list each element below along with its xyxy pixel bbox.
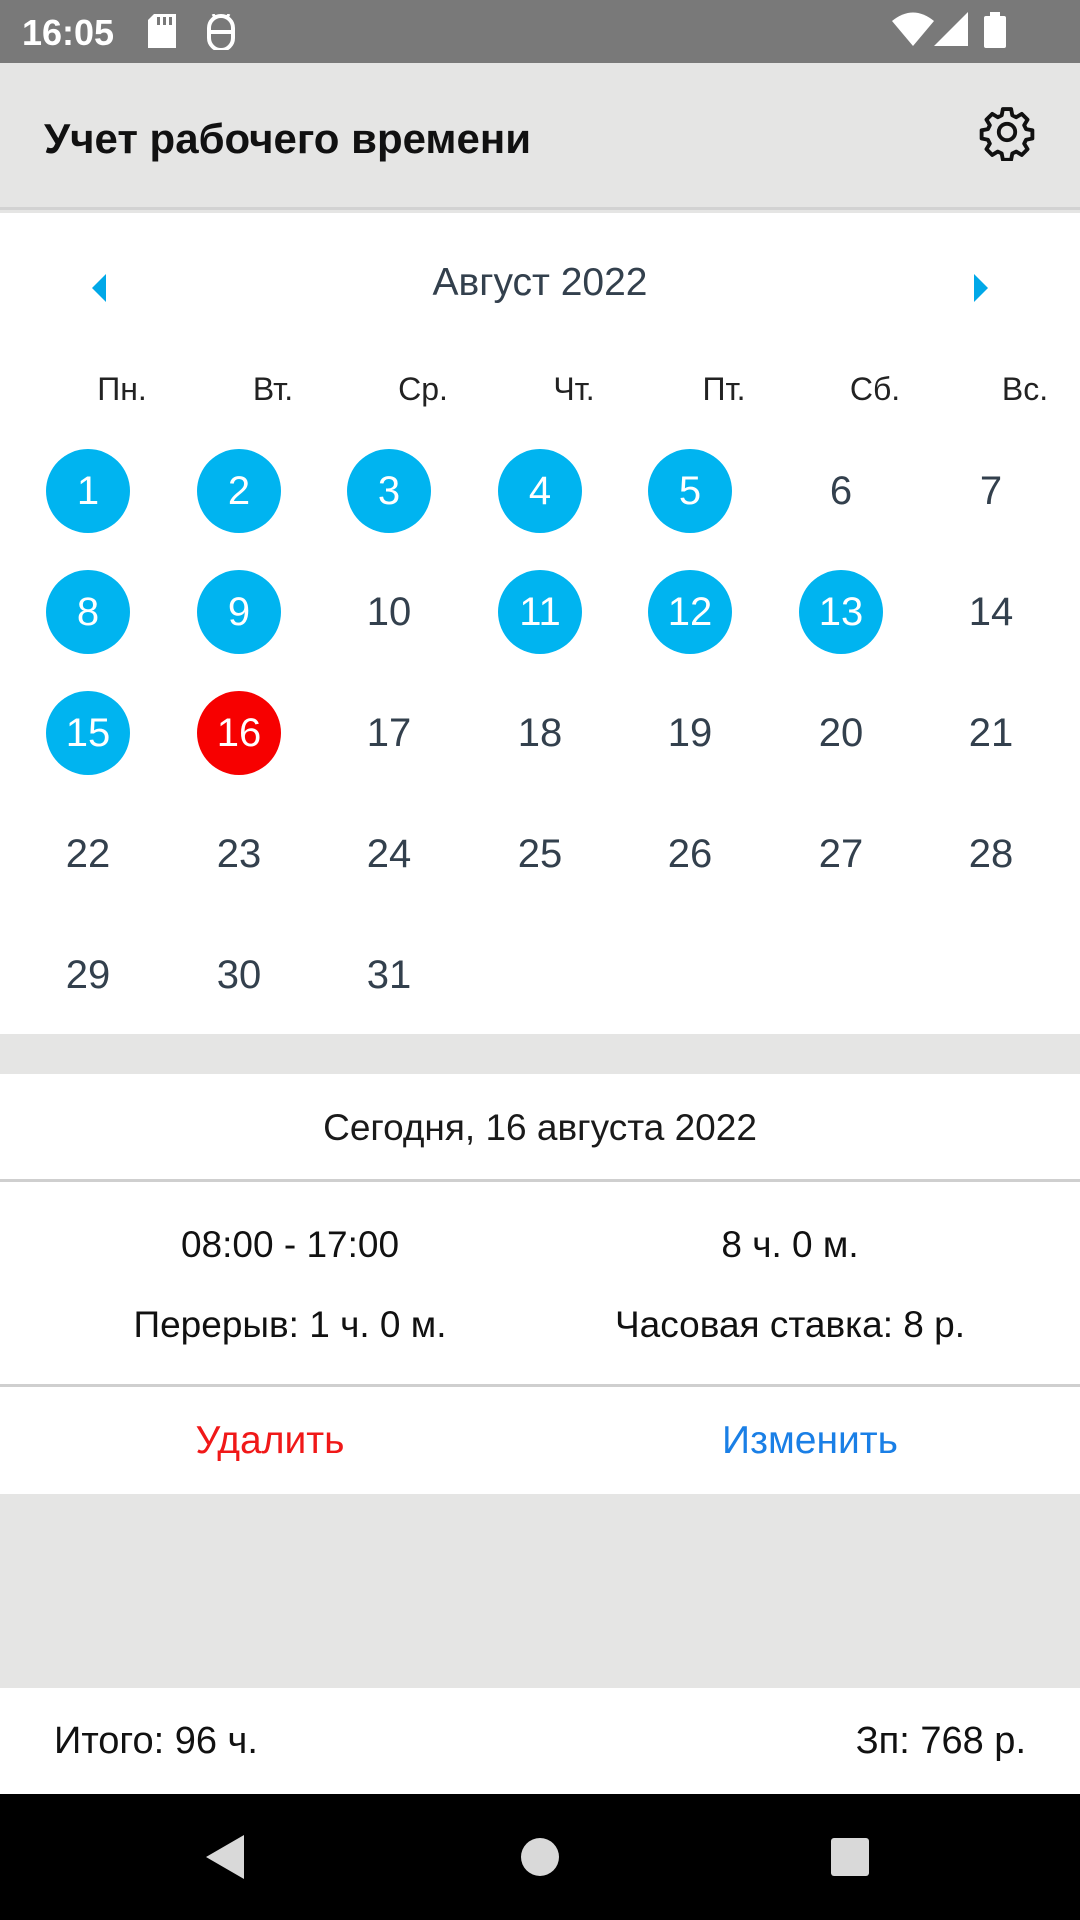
calendar-day-6[interactable]: 6: [799, 449, 883, 533]
calendar: Август 2022 Пн. Вт. Ср. Чт. Пт. Сб. Вс. 123456…: [0, 213, 1080, 1034]
calendar-day-10[interactable]: 10: [347, 570, 431, 654]
calendar-day-5[interactable]: 5: [648, 449, 732, 533]
calendar-day-8[interactable]: 8: [46, 570, 130, 654]
calendar-day-26[interactable]: 26: [648, 812, 732, 896]
calendar-day-30[interactable]: 30: [197, 933, 281, 1017]
edit-button[interactable]: Изменить: [540, 1387, 1080, 1494]
calendar-day-14[interactable]: 14: [949, 570, 1033, 654]
gear-icon[interactable]: [978, 103, 1036, 162]
calendar-day-13[interactable]: 13: [799, 570, 883, 654]
time-range: 08:00 - 17:00: [180, 1224, 400, 1265]
weekday-label: Пн.: [97, 371, 147, 407]
status-bar: 16:05: [0, 0, 1080, 63]
weekday-label: Ср.: [398, 371, 448, 407]
calendar-day-19[interactable]: 19: [648, 691, 732, 775]
day-info-panel: Сегодня, 16 августа 2022 08:00 - 17:00 8…: [0, 1074, 1080, 1494]
weekday-label: Чт.: [553, 371, 595, 407]
wifi-icon: [892, 12, 934, 51]
worked-duration: 8 ч. 0 м.: [721, 1224, 859, 1265]
calendar-day-18[interactable]: 18: [498, 691, 582, 775]
weekday-label: Вт.: [252, 371, 294, 407]
calendar-day-15[interactable]: 15: [46, 691, 130, 775]
battery-icon: [984, 12, 1006, 53]
calendar-day-16[interactable]: 16: [197, 691, 281, 775]
status-time: 16:05: [22, 12, 115, 53]
calendar-day-20[interactable]: 20: [799, 691, 883, 775]
calendar-day-22[interactable]: 22: [46, 812, 130, 896]
weekday-label: Сб.: [849, 371, 901, 407]
home-circle-icon[interactable]: [510, 1827, 570, 1887]
totals-bar: Итого: 96 ч. Зп: 768 р.: [0, 1688, 1080, 1794]
app-title: Учет рабочего времени: [44, 115, 532, 162]
calendar-day-7[interactable]: 7: [949, 449, 1033, 533]
calendar-day-24[interactable]: 24: [347, 812, 431, 896]
calendar-day-4[interactable]: 4: [498, 449, 582, 533]
calendar-day-1[interactable]: 1: [46, 449, 130, 533]
month-title: Август 2022: [432, 261, 648, 304]
calendar-day-31[interactable]: 31: [347, 933, 431, 1017]
calendar-day-27[interactable]: 27: [799, 812, 883, 896]
calendar-day-3[interactable]: 3: [347, 449, 431, 533]
calendar-day-2[interactable]: 2: [197, 449, 281, 533]
app-bar: Учет рабочего времени: [0, 63, 1080, 210]
calendar-day-11[interactable]: 11: [498, 570, 582, 654]
arrow-right-icon[interactable]: [960, 268, 1000, 308]
break-duration: Перерыв: 1 ч. 0 м.: [133, 1304, 447, 1345]
total-hours: Итого: 96 ч.: [54, 1720, 258, 1762]
calendar-day-29[interactable]: 29: [46, 933, 130, 1017]
android-debug-icon: [204, 13, 238, 55]
weekday-label: Вс.: [1001, 371, 1049, 407]
sd-card-icon: [148, 14, 176, 53]
selected-date-label: Сегодня, 16 августа 2022: [0, 1074, 1080, 1182]
hourly-rate: Часовая ставка: 8 р.: [615, 1304, 965, 1345]
calendar-day-25[interactable]: 25: [498, 812, 582, 896]
calendar-day-21[interactable]: 21: [949, 691, 1033, 775]
weekday-label: Пт.: [702, 371, 746, 407]
calendar-day-9[interactable]: 9: [197, 570, 281, 654]
calendar-day-12[interactable]: 12: [648, 570, 732, 654]
total-salary: Зп: 768 р.: [855, 1720, 1026, 1762]
back-triangle-icon[interactable]: [196, 1827, 256, 1887]
delete-button[interactable]: Удалить: [0, 1387, 540, 1494]
calendar-day-28[interactable]: 28: [949, 812, 1033, 896]
signal-icon: [934, 12, 968, 51]
recents-square-icon[interactable]: [820, 1827, 880, 1887]
system-nav-bar: [0, 1794, 1080, 1920]
calendar-day-23[interactable]: 23: [197, 812, 281, 896]
calendar-day-17[interactable]: 17: [347, 691, 431, 775]
